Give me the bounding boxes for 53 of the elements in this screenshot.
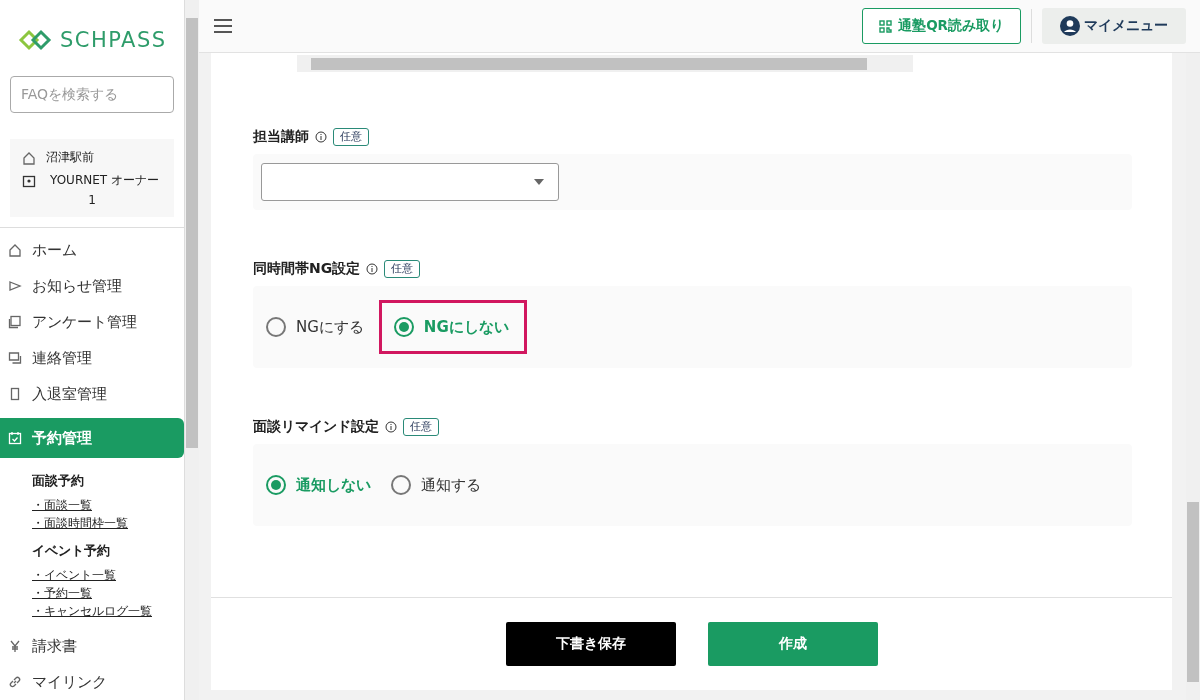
scrollbar[interactable] [185, 0, 199, 700]
select-field[interactable] [261, 163, 559, 201]
submenu-heading: イベント予約 [32, 542, 111, 560]
calendar-icon [8, 431, 22, 445]
info-icon [385, 421, 397, 433]
nav-item[interactable]: 連絡管理 [0, 340, 184, 376]
yen-icon [8, 639, 22, 653]
logo-text: SCHPASS [60, 27, 167, 52]
nav-item[interactable]: マイリンク [0, 664, 184, 700]
submenu-link[interactable]: ・キャンセルログ一覧 [32, 602, 152, 620]
nav-item[interactable]: アンケート管理 [0, 304, 184, 340]
school-name: 沼津駅前 [46, 149, 94, 166]
id-card-icon [22, 173, 36, 188]
nav-item[interactable]: 請求書 [0, 628, 184, 664]
search-field[interactable]: FAQを検索する [10, 75, 174, 113]
home-icon [22, 150, 36, 165]
optional-badge: 任意 [333, 128, 369, 146]
submenu-link[interactable]: ・予約一覧 [32, 584, 92, 602]
home-icon [8, 243, 22, 257]
field-label: 同時間帯NG設定 [253, 260, 361, 278]
logo-icon [18, 27, 52, 52]
play-icon [8, 279, 22, 293]
user-name-line: 1 [88, 193, 96, 207]
radio-option[interactable]: 通知する [386, 458, 494, 512]
qr-scan-button[interactable]: 通塾QR読み取り [862, 8, 1021, 44]
caret-icon [534, 179, 544, 185]
my-menu-button[interactable]: マイメニュー [1042, 8, 1186, 44]
submenu-link[interactable]: ・イベント一覧 [32, 566, 116, 584]
submenu-link[interactable]: ・面談時間枠一覧 [32, 514, 128, 532]
nav-item[interactable]: 予約管理 [0, 418, 184, 458]
optional-badge: 任意 [384, 260, 421, 278]
user-icon [1060, 16, 1080, 36]
field-label: 面談リマインド設定 [253, 418, 379, 436]
info-icon [315, 131, 327, 143]
submenu-link[interactable]: ・面談一覧 [32, 496, 92, 514]
info-icon [366, 263, 379, 275]
chat-icon [8, 351, 22, 365]
nav-item[interactable]: お知らせ管理 [0, 268, 184, 304]
menu-icon[interactable] [213, 18, 233, 34]
nav-item[interactable]: 入退室管理 [0, 376, 184, 412]
field-label: 担当講師 [253, 128, 309, 146]
link-icon [8, 675, 22, 689]
optional-badge: 任意 [403, 418, 439, 436]
horizontal-scrollbar[interactable] [297, 55, 913, 72]
door-icon [8, 387, 22, 401]
radio-option[interactable]: NGにする [261, 300, 377, 354]
submenu-heading: 面談予約 [32, 472, 85, 490]
create-button[interactable]: 作成 [707, 622, 878, 666]
qr-code-icon [879, 19, 893, 33]
survey-icon [8, 315, 22, 329]
save-draft-button[interactable]: 下書き保存 [505, 622, 676, 666]
nav-item[interactable]: ホーム [0, 232, 184, 268]
user-name: YOURNET オーナー [50, 172, 159, 189]
